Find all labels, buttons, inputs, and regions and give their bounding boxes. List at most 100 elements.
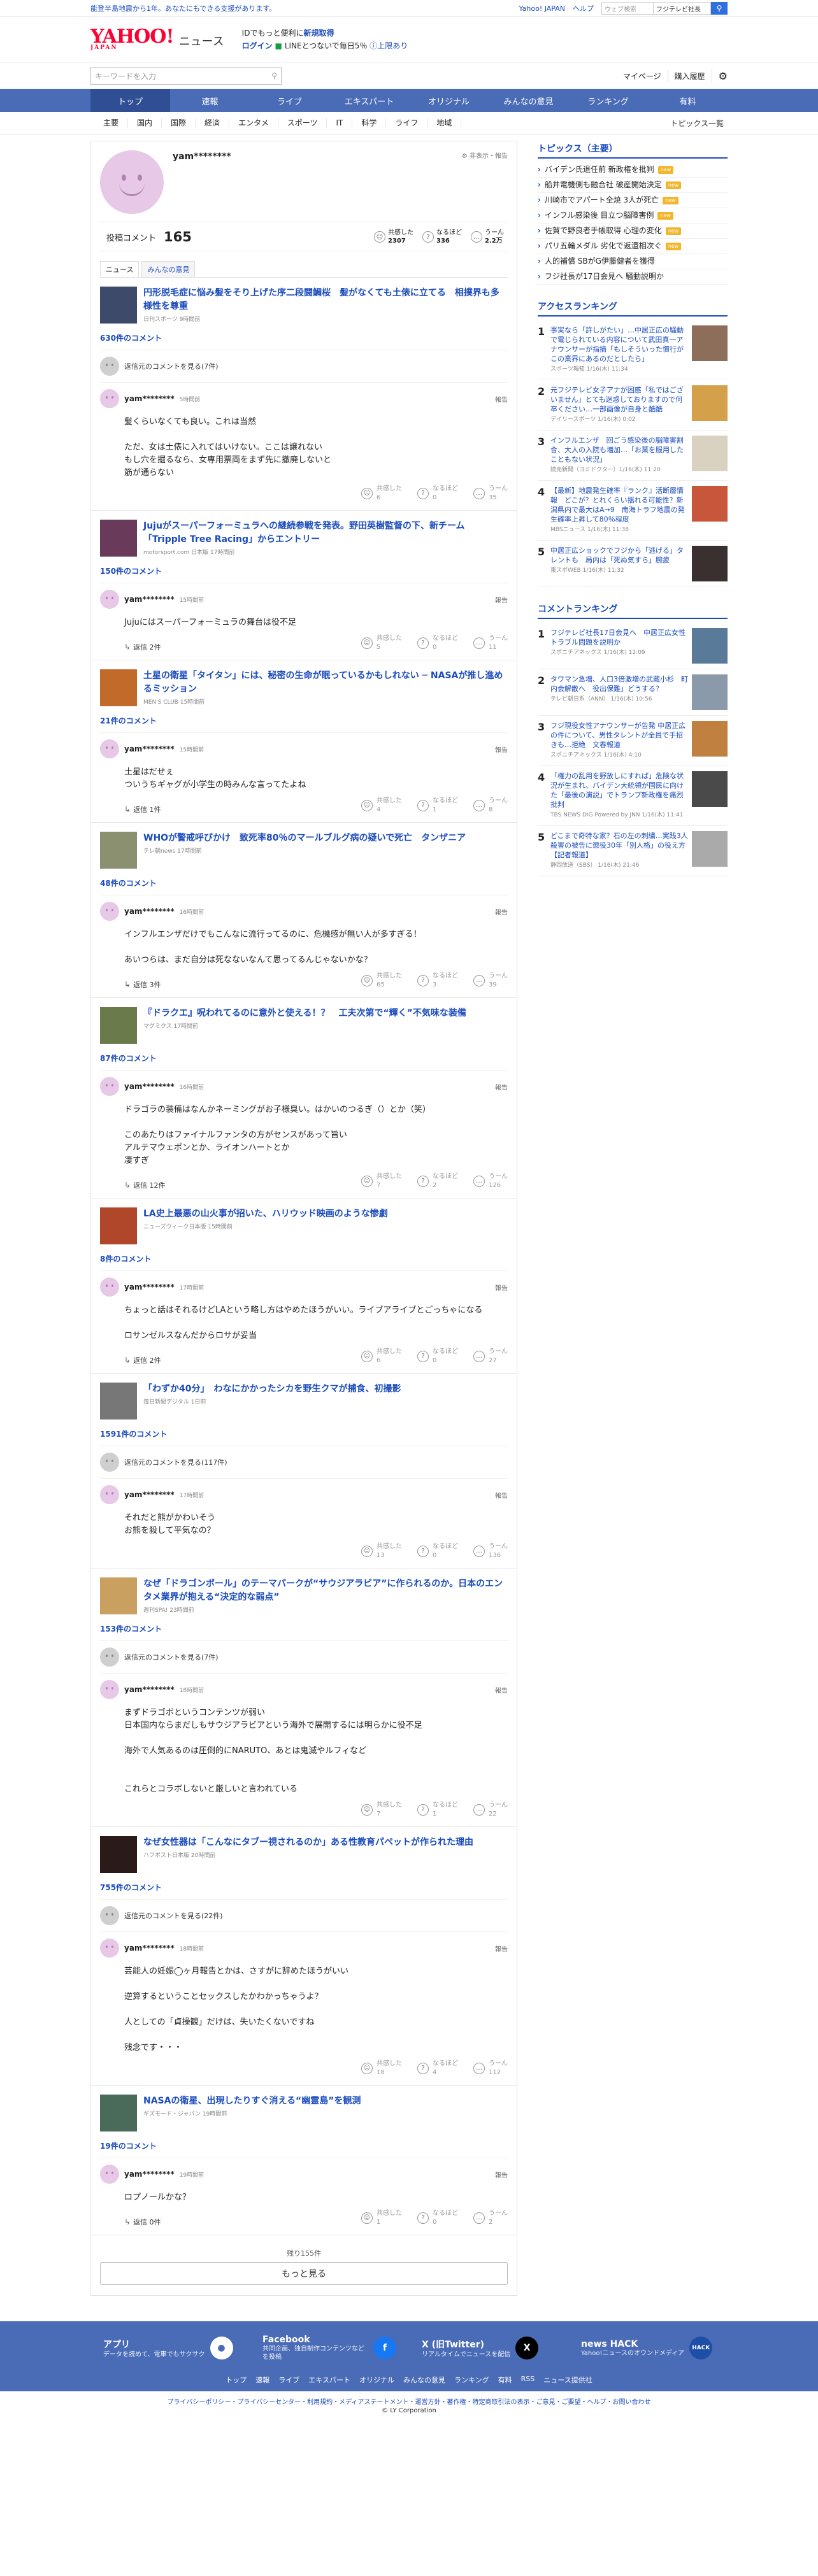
hmm-button[interactable]: … うーん 112: [473, 2060, 508, 2077]
cat-life[interactable]: ライフ: [386, 118, 428, 127]
topic-item[interactable]: 人的補償 SBがG伊藤健者を獲得: [538, 254, 728, 269]
topic-item[interactable]: インフル感染後 目立つ脳障害例new: [538, 208, 728, 224]
cat-world[interactable]: 国際: [162, 118, 196, 127]
mypage-link[interactable]: マイページ: [623, 71, 661, 82]
gnav-breaking[interactable]: 速報: [170, 89, 250, 112]
hmm-button[interactable]: … うーん 22: [473, 1801, 508, 1819]
service-name[interactable]: ニュース: [179, 32, 224, 49]
empathy-button[interactable]: ☺ 共感した 6: [361, 485, 402, 502]
topic-item[interactable]: 佐賀で野良者手帳取得 心理の変化new: [538, 224, 728, 239]
empathy-button[interactable]: ☺ 共感した 1: [361, 2209, 402, 2227]
ranking-item[interactable]: 3 インフルエンザ 回ごう感染後の脳障害割合、大人の入院も増加…「お薬を服用したこ…: [538, 431, 728, 481]
article-link[interactable]: 『ドラクエ』呪われてるのに意外と使える！？ 工夫次第で“輝く”不気味な装備 マグミ…: [100, 1007, 508, 1044]
reply-link[interactable]: 返信 0件: [124, 2217, 161, 2227]
cat-local[interactable]: 地域: [427, 118, 462, 127]
footer-links[interactable]: プライバシーポリシー・プライバシーセンター・利用規約・メディアステートメント・運…: [0, 2391, 818, 2407]
app-promo[interactable]: アプリ データを読めて、電車でもサクサク ●: [90, 2337, 250, 2359]
article-title[interactable]: 土星の衛星「タイタン」には、秘密の生命が眠っているかもしれない ─ NASAが推…: [143, 669, 508, 696]
help-circle-icon[interactable]: ⓘ: [370, 41, 377, 50]
disaster-notice[interactable]: 能登半島地震から1年。あなたにもできる支援があります。: [90, 3, 276, 13]
insight-button[interactable]: ? なるほど 0: [417, 1348, 458, 1365]
article-title[interactable]: 『ドラクエ』呪われてるのに意外と使える！？ 工夫次第で“輝く”不気味な装備: [143, 1007, 466, 1020]
ranking-item[interactable]: 1 フジテレビ社長17日会見へ 中居正広女性トラブル問題を説明か スポニチアネックス…: [538, 623, 728, 669]
insight-button[interactable]: ? なるほど 0: [417, 485, 458, 502]
article-link[interactable]: なぜ女性器は「こんなにタブー視されるのか」ある性教育パペットが作られた理由 ハフポ…: [100, 1836, 508, 1873]
gear-icon[interactable]: ⚙: [719, 70, 728, 82]
x-link[interactable]: X (旧Twitter) リアルタイムでニュースを配信 X: [409, 2337, 568, 2359]
login-link[interactable]: ログイン: [242, 41, 273, 50]
article-link[interactable]: 円形脱毛症に悩み髪をそり上げた序二段闘鯛桜 髪がなくても土俵に立てる 相撲界も多…: [100, 287, 508, 324]
comment-count-link[interactable]: 755件のコメント: [100, 1882, 508, 1893]
hmm-button[interactable]: … うーん 27: [473, 1348, 508, 1365]
comment-count-link[interactable]: 48件のコメント: [100, 878, 508, 888]
cat-science[interactable]: 科学: [352, 118, 387, 127]
comment-count-link[interactable]: 19件のコメント: [100, 2140, 508, 2151]
cat-economy[interactable]: 経済: [196, 118, 230, 127]
cat-entertainment[interactable]: エンタメ: [229, 118, 278, 127]
footer-nav-item[interactable]: ランキング: [454, 2375, 489, 2385]
report-link[interactable]: 報告: [495, 744, 508, 754]
insight-button[interactable]: ? なるほど 1: [417, 1801, 458, 1819]
report-link[interactable]: 報告: [495, 2170, 508, 2179]
insight-button[interactable]: ? なるほど 0: [417, 1542, 458, 1560]
search-icon[interactable]: ⚲: [711, 2, 728, 15]
parent-comment-link[interactable]: 返信元のコメントを見る(22件): [100, 1899, 508, 1925]
ranking-item[interactable]: 1 事実なら「許しがたい」…中居正広の騒動で電じられている内容について武田真一アナ…: [538, 320, 728, 380]
insight-button[interactable]: ? なるほど 2: [417, 1172, 458, 1190]
reply-link[interactable]: 返信 2件: [124, 1355, 161, 1365]
comment-user[interactable]: yam********: [124, 595, 175, 604]
comment-count-link[interactable]: 8件のコメント: [100, 1253, 508, 1264]
comment-user[interactable]: yam********: [124, 394, 175, 403]
hmm-button[interactable]: … うーん 126: [473, 1172, 508, 1190]
parent-comment-link[interactable]: 返信元のコメントを見る(117件): [100, 1446, 508, 1472]
report-link[interactable]: 報告: [495, 1685, 508, 1695]
footer-nav-item[interactable]: オリジナル: [359, 2375, 394, 2385]
cat-main[interactable]: 主要: [90, 118, 129, 127]
comment-count-link[interactable]: 87件のコメント: [100, 1053, 508, 1064]
gnav-expert[interactable]: エキスパート: [329, 89, 409, 112]
empathy-button[interactable]: ☺ 共感した 7: [361, 1172, 402, 1190]
article-link[interactable]: WHOが警戒呼びかけ 致死率80％のマールブルグ病の疑いで死亡 タンザニア テレ朝…: [100, 832, 508, 869]
report-link[interactable]: 報告: [495, 394, 508, 404]
search-icon[interactable]: ⚲: [271, 71, 277, 80]
article-title[interactable]: NASAの衛星、出現したりすぐ消える“幽霊島”を観測: [143, 2095, 361, 2108]
comment-user[interactable]: yam********: [124, 1685, 175, 1694]
hmm-button[interactable]: … うーん 2: [473, 2209, 508, 2227]
gnav-ranking[interactable]: ランキング: [568, 89, 648, 112]
article-title[interactable]: 「わずか40分」 わなにかかったシカを野生クマが捕食、初撮影: [143, 1383, 401, 1396]
article-title[interactable]: LA史上最悪の山火事が招いた、ハリウッド映画のような惨劇: [143, 1207, 388, 1221]
ranking-item[interactable]: 3 フジ現役女性アナウンサーが告発 中居正広の件について、男性タレントが全員で手招…: [538, 716, 728, 766]
hmm-button[interactable]: … うーん 11: [473, 634, 508, 652]
comment-count-link[interactable]: 150件のコメント: [100, 566, 508, 576]
footer-nav-item[interactable]: みんなの意見: [403, 2375, 445, 2385]
comment-count-link[interactable]: 153件のコメント: [100, 1623, 508, 1634]
yahoo-logo[interactable]: YAHOO! JAPAN: [90, 27, 175, 51]
footer-nav-item[interactable]: RSS: [521, 2375, 535, 2385]
web-search-input[interactable]: ウェブ検索: [601, 2, 654, 15]
insight-button[interactable]: ? なるほど 1: [417, 797, 458, 815]
topic-item[interactable]: バイデン氏退任前 新政権を批判new: [538, 162, 728, 178]
footer-nav-item[interactable]: ライブ: [278, 2375, 299, 2385]
cat-domestic[interactable]: 国内: [128, 118, 162, 127]
report-link[interactable]: 報告: [495, 907, 508, 916]
reply-link[interactable]: 返信 12件: [124, 1180, 166, 1190]
newshack-link[interactable]: news HACK Yahoo!ニュースのオウンドメディア HACK: [568, 2337, 728, 2359]
comment-count-link[interactable]: 630件のコメント: [100, 332, 508, 343]
report-link[interactable]: 報告: [495, 1944, 508, 1953]
gnav-opinions[interactable]: みんなの意見: [489, 89, 568, 112]
article-title[interactable]: WHOが警戒呼びかけ 致死率80％のマールブルグ病の疑いで死亡 タンザニア: [143, 832, 466, 845]
insight-button[interactable]: ? なるほど 0: [417, 634, 458, 652]
comment-count-link[interactable]: 21件のコメント: [100, 715, 508, 726]
empathy-button[interactable]: ☺ 共感した 65: [361, 972, 402, 990]
reply-link[interactable]: 返信 3件: [124, 979, 161, 990]
footer-nav-item[interactable]: エキスパート: [308, 2375, 350, 2385]
insight-button[interactable]: ? なるほど 4: [417, 2060, 458, 2077]
gnav-live[interactable]: ライブ: [250, 89, 329, 112]
hide-report-link[interactable]: ⚙ 非表示・報告: [462, 150, 508, 160]
comment-user[interactable]: yam********: [124, 907, 175, 916]
register-link[interactable]: 新規取得: [303, 29, 334, 38]
comment-user[interactable]: yam********: [124, 1490, 175, 1499]
news-search-input[interactable]: キーワードを入力 ⚲: [90, 67, 282, 85]
gnav-original[interactable]: オリジナル: [409, 89, 489, 112]
yahoo-japan-link[interactable]: Yahoo! JAPAN: [519, 4, 565, 13]
